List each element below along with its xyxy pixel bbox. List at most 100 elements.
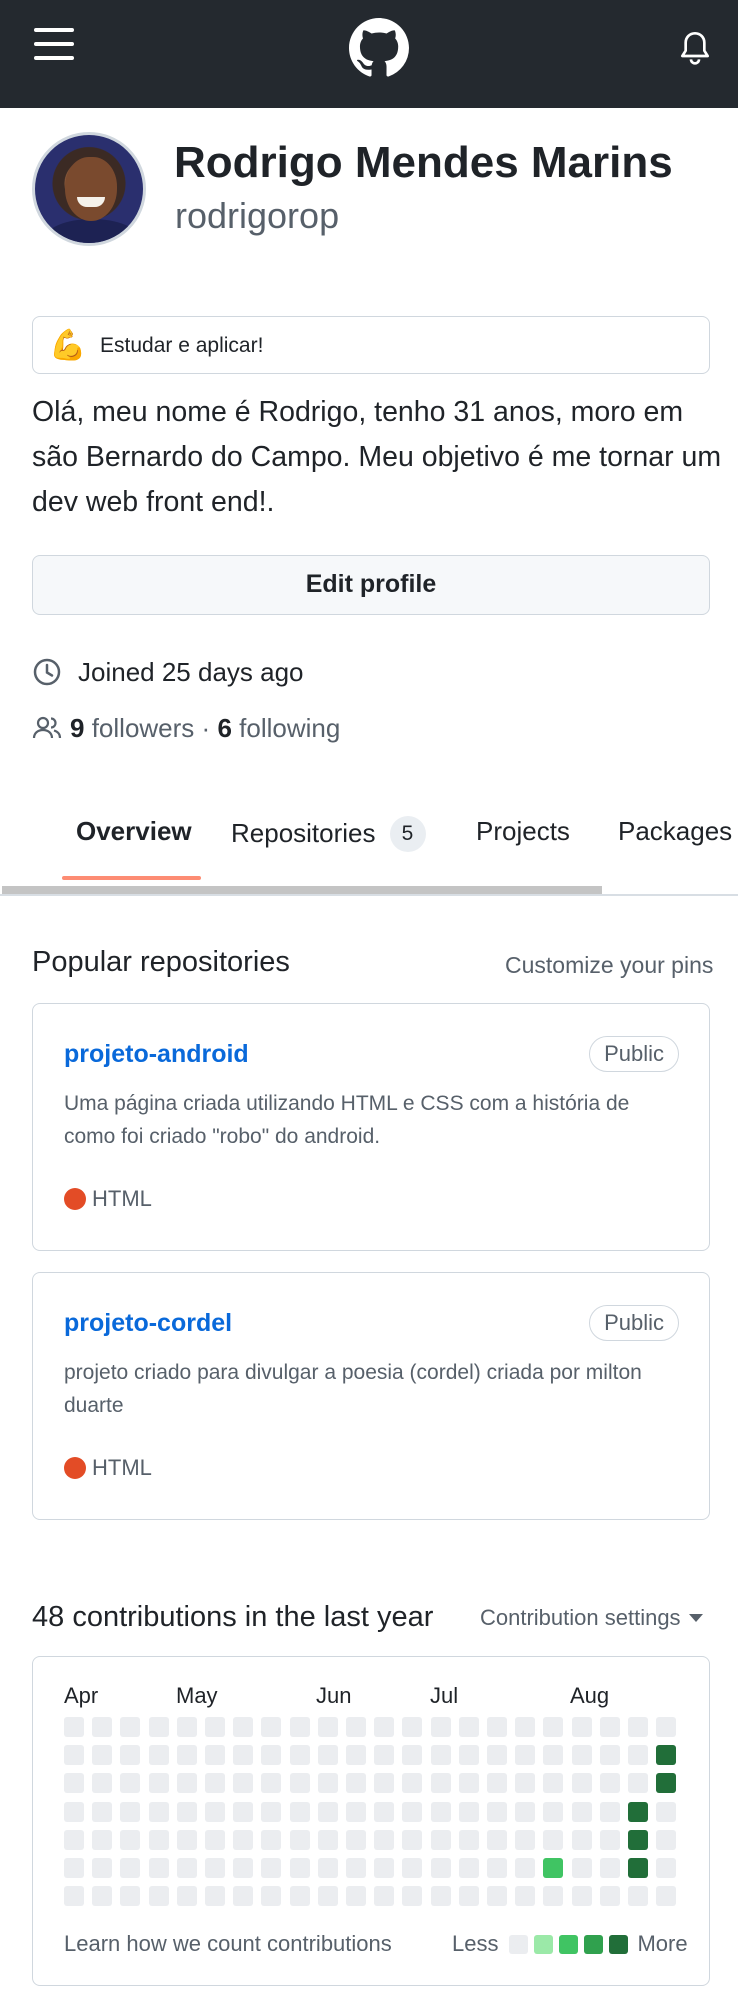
- contribution-day-cell[interactable]: [176, 1858, 197, 1878]
- contribution-day-cell[interactable]: [515, 1773, 536, 1794]
- contribution-day-cell[interactable]: [205, 1801, 225, 1822]
- avatar[interactable]: [32, 132, 146, 246]
- contribution-day-cell[interactable]: [571, 1886, 592, 1907]
- contribution-day-cell[interactable]: [543, 1829, 564, 1850]
- contribution-day-cell[interactable]: [515, 1886, 536, 1907]
- contribution-day-cell[interactable]: [656, 1717, 677, 1737]
- contribution-day-cell[interactable]: [543, 1773, 564, 1794]
- contribution-day-cell[interactable]: [487, 1886, 507, 1907]
- contribution-day-cell[interactable]: [64, 1829, 84, 1850]
- contribution-day-cell[interactable]: [64, 1801, 84, 1822]
- contribution-day-cell[interactable]: [599, 1829, 620, 1850]
- contribution-day-cell[interactable]: [402, 1745, 423, 1766]
- contribution-day-cell[interactable]: [458, 1886, 479, 1907]
- contribution-day-cell[interactable]: [515, 1829, 536, 1850]
- contribution-day-cell[interactable]: [233, 1829, 254, 1850]
- contribution-day-cell[interactable]: [458, 1829, 479, 1850]
- contribution-day-cell[interactable]: [458, 1717, 479, 1737]
- contribution-day-cell[interactable]: [317, 1801, 338, 1822]
- contribution-day-cell[interactable]: [402, 1886, 423, 1907]
- contribution-day-cell[interactable]: [346, 1717, 366, 1737]
- tab-overview[interactable]: Overview: [76, 816, 192, 847]
- contribution-day-cell[interactable]: [148, 1829, 169, 1850]
- contribution-day-cell[interactable]: [515, 1858, 536, 1878]
- contribution-day-cell[interactable]: [92, 1829, 113, 1850]
- repo-link[interactable]: projeto-cordel: [64, 1309, 232, 1338]
- contribution-day-cell[interactable]: [374, 1745, 395, 1766]
- following-link[interactable]: 6 following: [217, 713, 340, 744]
- contribution-day-cell[interactable]: [515, 1745, 536, 1766]
- contribution-settings-dropdown[interactable]: Contribution settings: [480, 1605, 703, 1631]
- contribution-day-cell[interactable]: [148, 1717, 169, 1737]
- contribution-day-cell[interactable]: [261, 1858, 282, 1878]
- contribution-day-cell[interactable]: [374, 1858, 395, 1878]
- contribution-day-cell[interactable]: [233, 1745, 254, 1766]
- contribution-day-cell[interactable]: [628, 1886, 648, 1907]
- contribution-day-cell[interactable]: [176, 1717, 197, 1737]
- contribution-day-cell[interactable]: [487, 1801, 507, 1822]
- contribution-day-cell[interactable]: [599, 1801, 620, 1822]
- contribution-day-cell[interactable]: [628, 1773, 648, 1794]
- contribution-day-cell[interactable]: [233, 1886, 254, 1907]
- edit-profile-button[interactable]: Edit profile: [32, 555, 710, 615]
- contribution-day-cell[interactable]: [487, 1773, 507, 1794]
- contribution-day-cell[interactable]: [487, 1717, 507, 1737]
- contribution-day-cell[interactable]: [120, 1829, 141, 1850]
- contribution-day-cell[interactable]: [571, 1829, 592, 1850]
- contribution-day-cell[interactable]: [430, 1717, 451, 1737]
- contribution-day-cell[interactable]: [543, 1886, 564, 1907]
- contribution-day-cell[interactable]: [261, 1717, 282, 1737]
- contribution-day-cell[interactable]: [261, 1886, 282, 1907]
- contribution-day-cell[interactable]: [346, 1858, 366, 1878]
- contribution-day-cell[interactable]: [430, 1773, 451, 1794]
- contribution-day-cell[interactable]: [543, 1801, 564, 1822]
- bell-icon[interactable]: [679, 30, 711, 66]
- contribution-day-cell[interactable]: [515, 1801, 536, 1822]
- contribution-day-cell[interactable]: [92, 1717, 113, 1737]
- contribution-day-cell[interactable]: [64, 1858, 84, 1878]
- learn-contributions-link[interactable]: Learn how we count contributions: [64, 1931, 392, 1957]
- contribution-day-cell[interactable]: [205, 1886, 225, 1907]
- contribution-day-cell[interactable]: [261, 1773, 282, 1794]
- contribution-day-cell[interactable]: [543, 1858, 564, 1878]
- contribution-day-cell[interactable]: [205, 1829, 225, 1850]
- contribution-day-cell[interactable]: [628, 1858, 648, 1878]
- contribution-day-cell[interactable]: [205, 1858, 225, 1878]
- contribution-day-cell[interactable]: [289, 1829, 310, 1850]
- contribution-day-cell[interactable]: [92, 1858, 113, 1878]
- contribution-day-cell[interactable]: [628, 1745, 648, 1766]
- contribution-day-cell[interactable]: [317, 1829, 338, 1850]
- tab-projects[interactable]: Projects: [476, 816, 570, 847]
- status-box[interactable]: 💪 Estudar e aplicar!: [32, 316, 710, 374]
- contribution-day-cell[interactable]: [374, 1717, 395, 1737]
- contribution-day-cell[interactable]: [176, 1801, 197, 1822]
- contribution-day-cell[interactable]: [430, 1745, 451, 1766]
- contribution-day-cell[interactable]: [120, 1717, 141, 1737]
- contribution-day-cell[interactable]: [261, 1801, 282, 1822]
- contribution-day-cell[interactable]: [205, 1717, 225, 1737]
- contribution-day-cell[interactable]: [120, 1886, 141, 1907]
- contribution-day-cell[interactable]: [656, 1858, 677, 1878]
- contribution-day-cell[interactable]: [430, 1858, 451, 1878]
- contribution-day-cell[interactable]: [148, 1745, 169, 1766]
- contribution-day-cell[interactable]: [120, 1801, 141, 1822]
- contribution-day-cell[interactable]: [571, 1773, 592, 1794]
- contribution-day-cell[interactable]: [346, 1886, 366, 1907]
- contribution-day-cell[interactable]: [289, 1773, 310, 1794]
- contribution-day-cell[interactable]: [233, 1717, 254, 1737]
- contribution-day-cell[interactable]: [289, 1858, 310, 1878]
- tab-repositories[interactable]: Repositories 5: [231, 816, 426, 852]
- contribution-day-cell[interactable]: [571, 1858, 592, 1878]
- hamburger-menu-icon[interactable]: [34, 28, 74, 64]
- contribution-day-cell[interactable]: [120, 1773, 141, 1794]
- contribution-day-cell[interactable]: [656, 1829, 677, 1850]
- contribution-day-cell[interactable]: [402, 1801, 423, 1822]
- contribution-day-cell[interactable]: [64, 1717, 84, 1737]
- contribution-day-cell[interactable]: [346, 1773, 366, 1794]
- contribution-day-cell[interactable]: [487, 1858, 507, 1878]
- contribution-day-cell[interactable]: [64, 1773, 84, 1794]
- contribution-day-cell[interactable]: [402, 1858, 423, 1878]
- contribution-day-cell[interactable]: [346, 1801, 366, 1822]
- contribution-day-cell[interactable]: [148, 1886, 169, 1907]
- contribution-day-cell[interactable]: [148, 1801, 169, 1822]
